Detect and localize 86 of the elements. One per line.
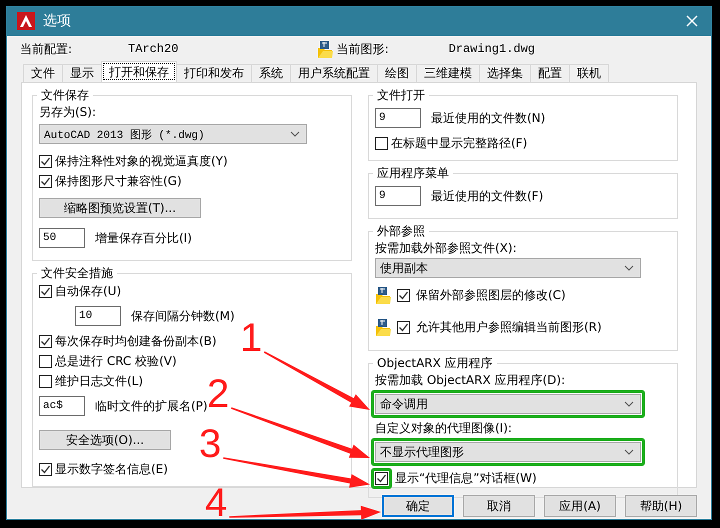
field-label: 另存为(S): — [39, 104, 96, 120]
input-field[interactable]: 10 — [75, 306, 121, 326]
tab[interactable]: 显示 — [62, 64, 102, 82]
drawing-name: Drawing1.dwg — [448, 42, 535, 56]
field-label: 按需加载 ObjectARX 应用程序(D): — [375, 372, 566, 388]
step-number: 1 — [240, 318, 262, 358]
checkbox-label: 显示“代理信息”对话框(W) — [395, 470, 537, 487]
button[interactable]: 缩略图预览设置(T)... — [39, 198, 201, 218]
checkbox[interactable] — [39, 374, 52, 388]
input-field[interactable]: ac$ — [39, 396, 85, 416]
checkbox[interactable] — [39, 462, 52, 476]
check-icon — [40, 286, 51, 296]
checkbox[interactable] — [39, 354, 52, 368]
check-icon — [40, 464, 51, 474]
field-label: 自定义对象的代理图像(I): — [375, 420, 512, 436]
profile-name: TArch20 — [128, 42, 178, 56]
button[interactable]: 取消 — [463, 495, 535, 517]
step-number: 2 — [207, 374, 230, 414]
field-label: 保存间隔分钟数(M) — [131, 308, 235, 324]
tab[interactable]: 配置 — [530, 64, 570, 82]
checkbox-label: 总是进行 CRC 校验(V) — [55, 352, 177, 370]
dropdown[interactable]: AutoCAD 2013 图形 (*.dwg) — [39, 124, 307, 144]
input-field[interactable]: 9 — [375, 186, 421, 206]
checkbox[interactable] — [39, 174, 52, 188]
button[interactable]: 应用(A) — [544, 495, 616, 517]
checkbox-label: 维护日志文件(L) — [55, 372, 144, 390]
step-number: 4 — [205, 483, 228, 523]
input-field[interactable]: 50 — [39, 228, 85, 248]
step-number: 3 — [199, 424, 222, 464]
group-title: 应用程序菜单 — [376, 165, 450, 182]
group-title: 文件打开 — [376, 87, 426, 104]
checkbox[interactable] — [375, 136, 388, 150]
check-icon — [376, 473, 387, 484]
field-label: 最近使用的文件数(N) — [431, 110, 546, 126]
field-label: 临时文件的扩展名(P) — [95, 398, 208, 414]
checkbox[interactable] — [397, 320, 410, 334]
tab[interactable]: 用户系统配置 — [290, 64, 378, 82]
checkbox-label: 保留外部参照图层的修改(C) — [416, 286, 566, 304]
button[interactable]: 帮助(H) — [625, 495, 697, 517]
input-field[interactable]: 9 — [375, 108, 421, 128]
checkbox-label: 保持图形尺寸兼容性(G) — [55, 172, 182, 190]
group-title: ObjectARX 应用程序 — [376, 355, 494, 372]
checkbox-label: 自动保存(U) — [55, 282, 122, 300]
caret-icon — [624, 401, 634, 407]
dropdown[interactable]: 不显示代理图形 — [375, 442, 641, 462]
group-title: 文件保存 — [40, 87, 90, 104]
tab[interactable]: 打印和发布 — [176, 64, 252, 82]
check-icon — [398, 290, 409, 300]
caret-icon — [624, 265, 634, 271]
tab[interactable]: 打开和保存 — [101, 61, 177, 82]
checkbox[interactable] — [375, 472, 388, 485]
checkbox[interactable] — [397, 288, 410, 302]
button[interactable]: 安全选项(O)... — [39, 430, 171, 450]
dropdown[interactable]: 命令调用 — [375, 394, 641, 414]
check-icon — [40, 336, 51, 346]
drawing-file-icon — [375, 286, 391, 304]
checkbox-label: 每次保存时均创建备份副本(B) — [55, 332, 217, 350]
checkbox-label: 显示数字签名信息(E) — [55, 460, 168, 478]
window-title: 选项 — [43, 12, 72, 30]
dropdown[interactable]: 使用副本 — [375, 258, 641, 278]
check-icon — [398, 322, 409, 332]
check-icon — [40, 176, 51, 186]
field-label: 最近使用的文件数(F) — [431, 188, 544, 204]
tab[interactable]: 联机 — [569, 64, 609, 82]
checkbox-label: 在标题中显示完整路径(F) — [391, 134, 528, 152]
app-logo-icon — [17, 12, 35, 30]
caret-icon — [624, 449, 634, 455]
tab[interactable]: 选择集 — [479, 64, 531, 82]
tab[interactable]: 文件 — [23, 64, 63, 82]
drawing-label: 当前图形: — [336, 40, 390, 58]
group-title: 文件安全措施 — [40, 265, 114, 282]
checkbox-label: 保持注释性对象的视觉逼真度(Y) — [55, 152, 228, 170]
drawing-file-icon — [316, 40, 333, 58]
checkbox[interactable] — [39, 154, 52, 168]
field-label: 增量保存百分比(I) — [95, 230, 192, 246]
profile-label: 当前配置: — [20, 40, 74, 58]
checkbox[interactable] — [39, 284, 52, 298]
close-icon[interactable] — [685, 14, 699, 28]
button[interactable]: 确定 — [382, 495, 454, 517]
checkbox[interactable] — [39, 334, 52, 348]
group-title: 外部参照 — [376, 223, 426, 240]
check-icon — [40, 156, 51, 166]
drawing-file-icon — [375, 318, 391, 336]
checkbox-label: 允许其他用户参照编辑当前图形(R) — [416, 318, 602, 336]
caret-icon — [290, 131, 300, 137]
field-label: 按需加载外部参照文件(X): — [375, 240, 517, 256]
